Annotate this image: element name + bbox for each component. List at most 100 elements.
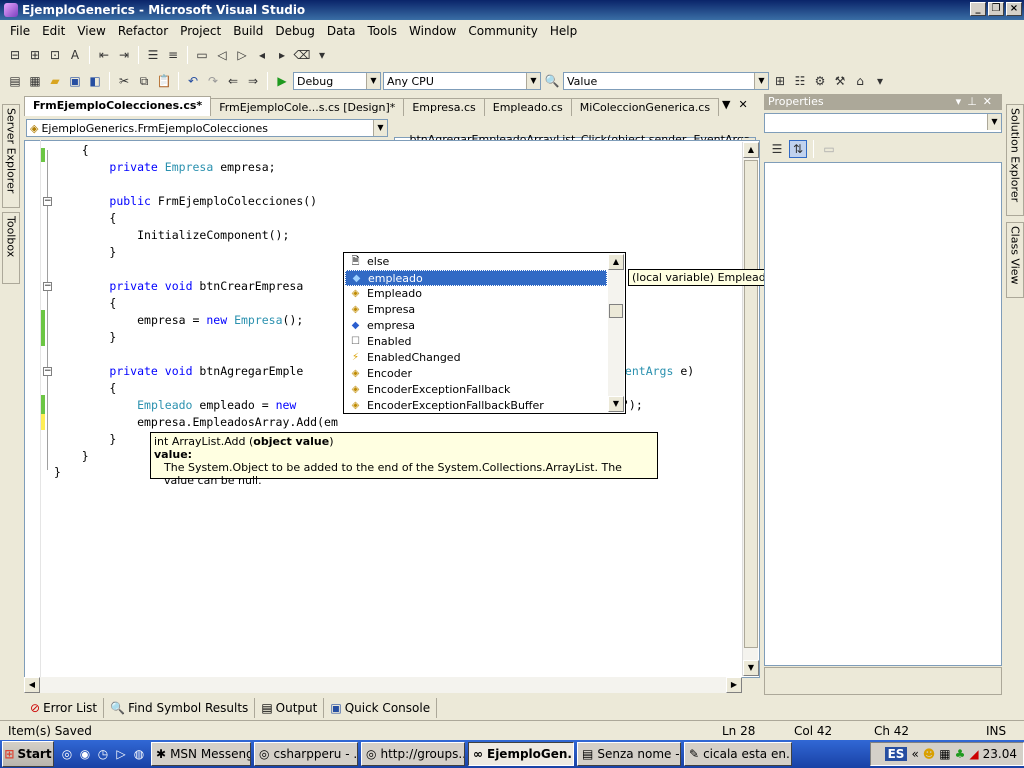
editor-vertical-scrollbar[interactable]: ▲ ▼ xyxy=(742,142,759,676)
open-file-icon[interactable]: ▰ xyxy=(46,72,64,90)
chevron-down-icon[interactable]: ▼ xyxy=(987,114,1001,130)
show-hidden-icons-icon[interactable]: « xyxy=(911,747,918,761)
properties-window-icon[interactable]: ☷ xyxy=(791,72,809,90)
quicklaunch-icon[interactable]: ▷ xyxy=(112,745,130,763)
comment-icon[interactable]: ☰ xyxy=(144,46,162,64)
tab-micolecciongenerica-cs[interactable]: MiColeccionGenerica.cs xyxy=(570,98,720,116)
active-files-dropdown-icon[interactable]: ▼ xyxy=(722,98,730,114)
copy-icon[interactable]: ⧉ xyxy=(135,72,153,90)
close-button[interactable]: × xyxy=(1006,2,1022,16)
tab-find-symbol-results[interactable]: 🔍 Find Symbol Results xyxy=(104,698,256,718)
scroll-left-icon[interactable]: ◀ xyxy=(24,677,40,693)
close-document-icon[interactable]: ✕ xyxy=(738,98,747,114)
next-bookmark-folder-icon[interactable]: ▸ xyxy=(273,46,291,64)
class-view-tab[interactable]: Class View xyxy=(1006,222,1024,298)
tab-frmejemplocolecciones-design[interactable]: FrmEjemploCole...s.cs [Design]* xyxy=(210,98,405,116)
quicklaunch-icon[interactable]: ◎ xyxy=(58,745,76,763)
intellisense-list[interactable]: 🗎 else ◆ empleado ◈ Empleado ◈ Empresa ◆ empr… xyxy=(343,252,626,414)
menu-refactor[interactable]: Refactor xyxy=(112,24,174,38)
menu-debug[interactable]: Debug xyxy=(269,24,320,38)
taskbar-button[interactable]: ✎ cicala esta en... xyxy=(684,742,792,766)
quicklaunch-icon[interactable]: ◷ xyxy=(94,745,112,763)
quicklaunch-icon[interactable]: ◉ xyxy=(76,745,94,763)
menu-window[interactable]: Window xyxy=(403,24,462,38)
tray-network-icon[interactable]: ▦ xyxy=(939,747,950,761)
tray-app-icon[interactable]: ☻ xyxy=(923,747,936,761)
property-pages-icon[interactable]: ▭ xyxy=(820,140,838,158)
chevron-down-icon[interactable]: ▼ xyxy=(526,73,540,89)
title-bar[interactable]: EjemploGenerics - Microsoft Visual Studi… xyxy=(0,0,1024,20)
toolbar-options-icon[interactable]: ▾ xyxy=(313,46,331,64)
collapse-icon[interactable]: − xyxy=(43,282,52,291)
chevron-down-icon[interactable]: ▼ xyxy=(373,120,387,136)
prev-bookmark-icon[interactable]: ◁ xyxy=(213,46,231,64)
add-item-icon[interactable]: ▦ xyxy=(26,72,44,90)
properties-object-combo[interactable]: ▼ xyxy=(764,113,1002,133)
auto-hide-pin-icon[interactable]: ⊥ xyxy=(967,95,983,108)
cut-icon[interactable]: ✂ xyxy=(115,72,133,90)
scroll-up-icon[interactable]: ▲ xyxy=(608,254,624,270)
navigate-forward-icon[interactable]: ⇒ xyxy=(244,72,262,90)
scroll-thumb[interactable] xyxy=(609,304,623,318)
clock[interactable]: 23.04 xyxy=(983,747,1017,761)
types-combo[interactable]: ◈ EjemploGenerics.FrmEjemploColecciones … xyxy=(26,119,388,137)
scroll-down-icon[interactable]: ▼ xyxy=(743,660,759,676)
outdent-icon[interactable]: ⇤ xyxy=(95,46,113,64)
tab-empresa-cs[interactable]: Empresa.cs xyxy=(403,98,485,116)
quicklaunch-icon[interactable]: ◍ xyxy=(130,745,148,763)
toolbox-tab[interactable]: Toolbox xyxy=(2,212,20,284)
navigate-back-icon[interactable]: ⇐ xyxy=(224,72,242,90)
properties-title-bar[interactable]: Properties ▾⊥✕ xyxy=(764,94,1002,110)
scroll-up-icon[interactable]: ▲ xyxy=(743,142,759,158)
toolbar-options-icon[interactable]: ▾ xyxy=(871,72,889,90)
object-browser-icon[interactable]: ⚙ xyxy=(811,72,829,90)
redo-icon[interactable]: ↷ xyxy=(204,72,222,90)
completion-item-selected[interactable]: ◆ empleado xyxy=(345,270,607,286)
taskbar-button[interactable]: ◎ csharpperu - ... xyxy=(254,742,358,766)
tray-acrobat-icon[interactable]: ◢ xyxy=(969,747,978,761)
completion-item[interactable]: ◆ empresa xyxy=(345,318,607,334)
maximize-button[interactable]: ❐ xyxy=(988,2,1004,16)
scroll-down-icon[interactable]: ▼ xyxy=(608,396,624,412)
intellisense-scrollbar[interactable]: ▲ ▼ xyxy=(608,254,624,412)
tray-messenger-icon[interactable]: ♣ xyxy=(955,747,966,761)
close-panel-icon[interactable]: ✕ xyxy=(983,95,998,108)
chevron-down-icon[interactable]: ▼ xyxy=(366,73,380,89)
solution-explorer-icon[interactable]: ⊞ xyxy=(771,72,789,90)
tab-output[interactable]: ▤ Output xyxy=(255,698,325,718)
menu-file[interactable]: File xyxy=(4,24,36,38)
tab-error-list[interactable]: ⊘ Error List xyxy=(24,698,105,718)
scroll-right-icon[interactable]: ▶ xyxy=(726,677,742,693)
alphabetical-icon[interactable]: ⇅ xyxy=(789,140,807,158)
completion-item[interactable]: ☐ Enabled xyxy=(345,334,607,350)
menu-help[interactable]: Help xyxy=(544,24,583,38)
menu-build[interactable]: Build xyxy=(227,24,269,38)
taskbar-button[interactable]: ▤Senza nome -... xyxy=(577,742,681,766)
solution-explorer-tab[interactable]: Solution Explorer xyxy=(1006,104,1024,216)
start-button[interactable]: ⊞ Start xyxy=(2,741,54,767)
tab-quick-console[interactable]: ▣ Quick Console xyxy=(324,698,438,718)
next-bookmark-icon[interactable]: ▷ xyxy=(233,46,251,64)
taskbar-button[interactable]: ✱MSN Messenger xyxy=(151,742,251,766)
undo-icon[interactable]: ↶ xyxy=(184,72,202,90)
completion-item[interactable]: ◈ Empleado xyxy=(345,286,607,302)
completion-item[interactable]: 🗎 else xyxy=(345,254,607,270)
indent-icon[interactable]: ⇥ xyxy=(115,46,133,64)
completion-item[interactable]: ⚡ EnabledChanged xyxy=(345,350,607,366)
taskbar-button-active[interactable]: ∞ EjemploGen... xyxy=(468,742,574,766)
menu-tools[interactable]: Tools xyxy=(361,24,403,38)
menu-view[interactable]: View xyxy=(71,24,111,38)
toolbox-icon[interactable]: ⚒ xyxy=(831,72,849,90)
collapse-icon[interactable]: − xyxy=(43,197,52,206)
server-explorer-tab[interactable]: Server Explorer xyxy=(2,104,20,208)
categorized-icon[interactable]: ☰ xyxy=(768,140,786,158)
language-indicator[interactable]: ES xyxy=(884,747,908,761)
find-combo[interactable]: Value ▼ xyxy=(563,72,769,90)
solution-platform-combo[interactable]: Any CPU ▼ xyxy=(383,72,541,90)
find-in-files-icon[interactable]: 🔍 xyxy=(543,72,561,90)
uncomment-icon[interactable]: ≡ xyxy=(164,46,182,64)
solution-configuration-combo[interactable]: Debug ▼ xyxy=(293,72,381,90)
start-page-icon[interactable]: ⌂ xyxy=(851,72,869,90)
editor-horizontal-scrollbar[interactable]: ◀ ▶ xyxy=(24,677,742,693)
menu-edit[interactable]: Edit xyxy=(36,24,71,38)
